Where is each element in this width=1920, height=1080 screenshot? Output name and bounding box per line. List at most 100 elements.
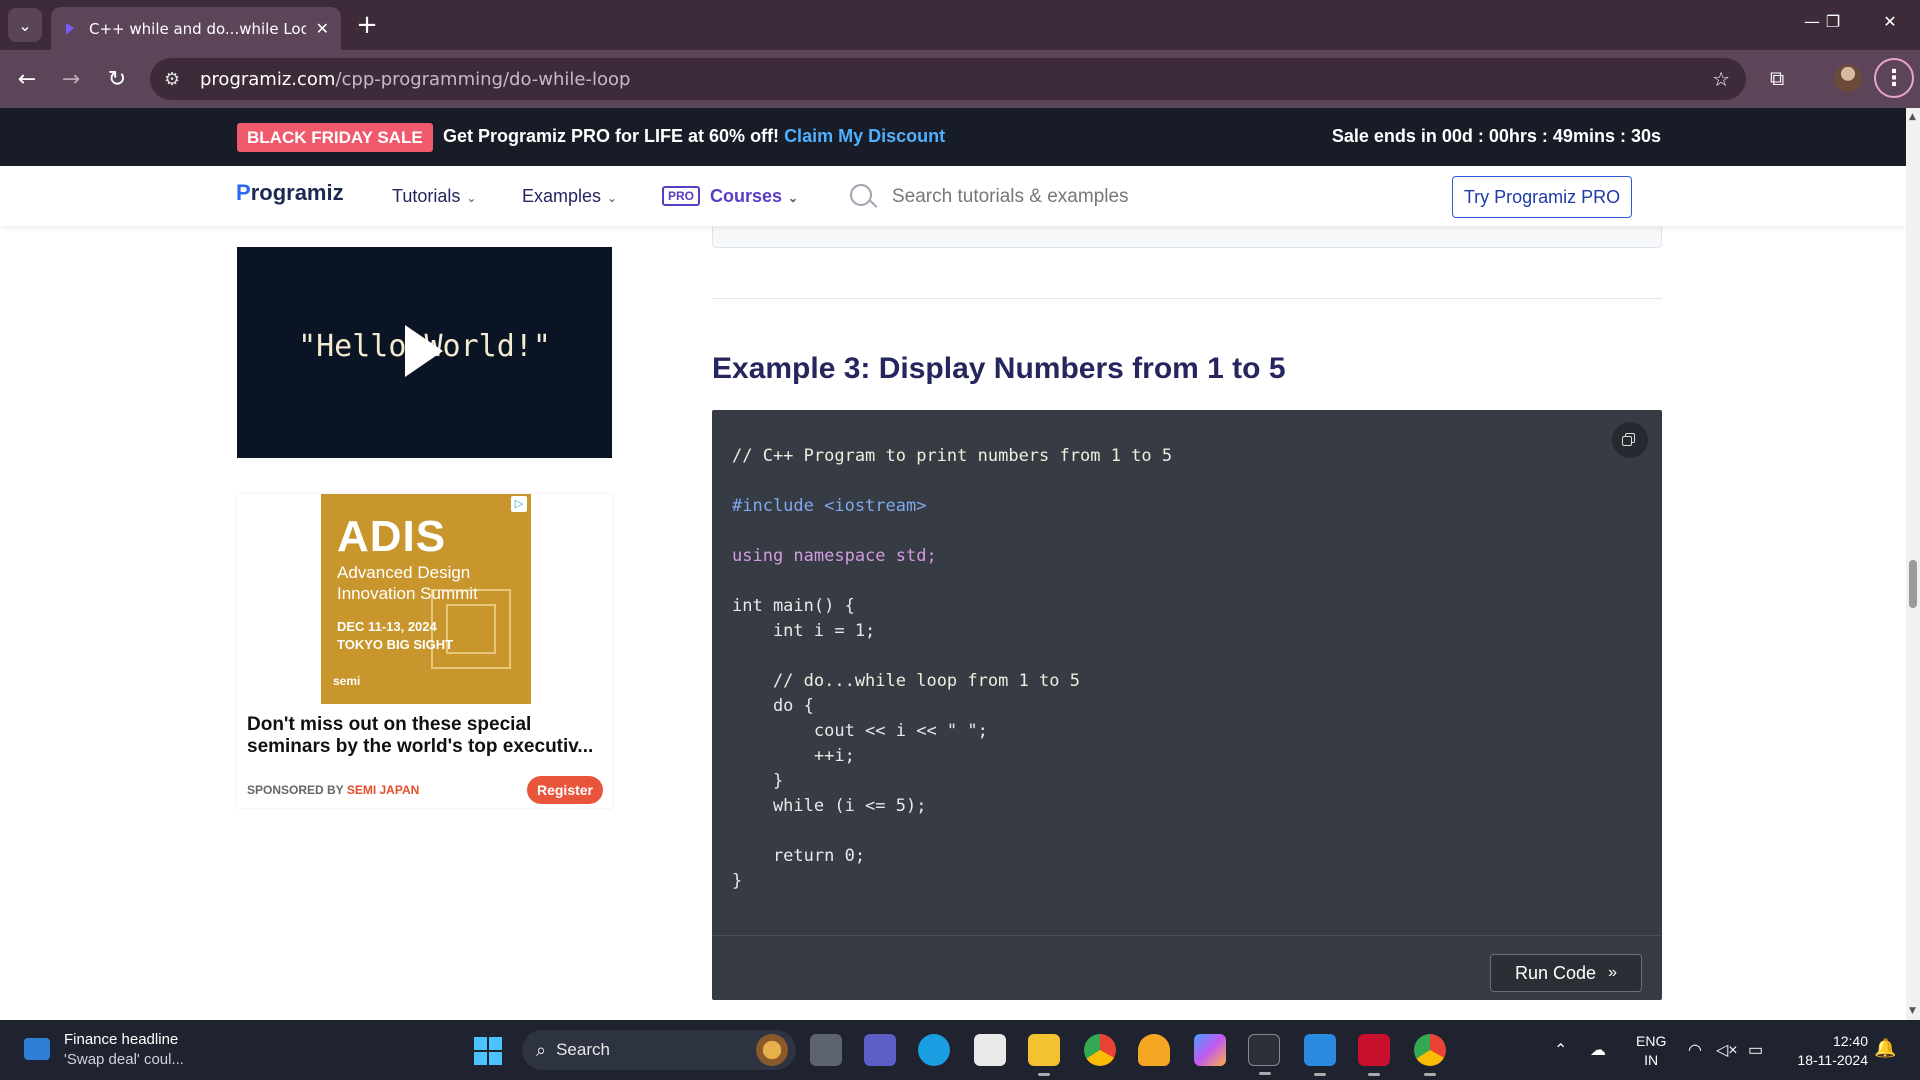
medal-app-icon[interactable] xyxy=(1138,1034,1170,1066)
file-explorer-icon[interactable] xyxy=(1028,1034,1060,1076)
code-line: ++i; xyxy=(732,746,855,766)
reload-icon[interactable]: ↻ xyxy=(102,64,132,94)
speaker-muted-icon[interactable]: ◁× xyxy=(1716,1040,1738,1060)
code-line: // C++ Program to print numbers from 1 t… xyxy=(732,446,1173,466)
edge-icon[interactable] xyxy=(918,1034,950,1066)
programiz-logo[interactable]: Programiz xyxy=(236,180,344,206)
claim-discount-link[interactable]: Claim My Discount xyxy=(784,126,945,146)
code-line: while (i <= 5); xyxy=(732,796,927,816)
search-highlight-image xyxy=(756,1034,788,1066)
code-line: cout << i << " "; xyxy=(732,721,988,741)
chrome-icon[interactable] xyxy=(1084,1034,1116,1066)
copy-icon-front xyxy=(1622,436,1632,446)
ad-image[interactable]: ADIS Advanced Design Innovation Summit D… xyxy=(321,494,531,704)
ad-sponsor-name[interactable]: SEMI JAPAN xyxy=(347,783,419,797)
chrome-profile-icon[interactable] xyxy=(1414,1034,1446,1076)
sponsored-ad[interactable]: ADIS Advanced Design Innovation Summit D… xyxy=(237,494,612,808)
new-tab-button[interactable]: + xyxy=(352,10,382,40)
dev-cpp-icon[interactable] xyxy=(1358,1034,1390,1076)
address-bar[interactable]: ⚙ programiz.com/cpp-programming/do-while… xyxy=(150,58,1746,100)
windows-taskbar: Finance headline 'Swap deal' coul... ⌕ S… xyxy=(0,1020,1920,1080)
task-view-icon[interactable] xyxy=(810,1034,842,1066)
double-chevron-right-icon: » xyxy=(1608,964,1617,981)
search-icon xyxy=(848,182,878,212)
tab-search-button[interactable]: ⌄ xyxy=(8,8,42,42)
ad-date-text: DEC 11-13, 2024 xyxy=(337,619,437,634)
widget-subtitle: 'Swap deal' coul... xyxy=(64,1051,184,1068)
widget-title: Finance headline xyxy=(64,1031,179,1048)
web-page: BLACK FRIDAY SALE Get Programiz PRO for … xyxy=(0,108,1906,1020)
back-arrow-icon[interactable]: ← xyxy=(12,64,42,94)
run-code-button[interactable]: Run Code » xyxy=(1490,954,1642,992)
clock-time: 12:40 xyxy=(1832,1033,1868,1049)
site-search[interactable] xyxy=(848,180,1268,214)
play-icon[interactable] xyxy=(405,325,443,377)
widgets-icon[interactable] xyxy=(24,1038,50,1060)
ad-register-button[interactable]: Register xyxy=(527,776,603,804)
code-block: // C++ Program to print numbers from 1 t… xyxy=(712,410,1662,1000)
chevron-down-icon: ⌄ xyxy=(18,15,32,35)
nav-tutorials[interactable]: Tutorials ⌄ xyxy=(392,186,476,207)
adchoices-icon[interactable]: ▷ xyxy=(511,496,527,512)
copy-code-button[interactable] xyxy=(1612,422,1648,458)
promo-banner: BLACK FRIDAY SALE Get Programiz PRO for … xyxy=(0,108,1906,166)
restore-button[interactable]: ❐ xyxy=(1813,12,1853,31)
show-hidden-icons-chevron-icon[interactable]: ⌃ xyxy=(1554,1040,1567,1060)
language-indicator[interactable]: ENG IN xyxy=(1636,1032,1666,1070)
system-clock[interactable]: 12:40 18-11-2024 xyxy=(1788,1032,1868,1070)
scrollbar-thumb[interactable] xyxy=(1909,560,1917,608)
ad-brand: ADIS xyxy=(337,512,447,561)
url-domain: programiz.com xyxy=(200,68,336,90)
tab-strip: ⌄ C++ while and do...while Loop ( ✕ + — … xyxy=(0,0,1920,50)
chevron-down-icon: ⌄ xyxy=(466,191,477,205)
onedrive-cloud-icon[interactable]: ☁ xyxy=(1590,1040,1606,1060)
sale-badge: BLACK FRIDAY SALE xyxy=(237,123,433,152)
windows-start-icon[interactable] xyxy=(474,1037,502,1065)
tab-close-icon[interactable]: ✕ xyxy=(316,19,329,38)
notification-bell-icon[interactable]: 🔔 xyxy=(1874,1038,1896,1059)
microsoft-store-icon[interactable] xyxy=(974,1034,1006,1066)
pen-app-icon[interactable] xyxy=(1304,1034,1336,1076)
video-player[interactable]: "Hello World!" xyxy=(237,247,612,458)
window-close-button[interactable]: ✕ xyxy=(1870,12,1910,31)
page-scrollbar[interactable]: ▲ ▼ xyxy=(1906,108,1920,1020)
copilot-icon[interactable] xyxy=(1194,1034,1226,1066)
battery-icon[interactable]: ▭ xyxy=(1748,1040,1763,1060)
promo-message-text: Get Programiz PRO for LIFE at 60% off! xyxy=(443,126,780,146)
nav-examples-label: Examples xyxy=(522,186,602,206)
code-line: } xyxy=(732,771,784,791)
scroll-down-arrow-icon[interactable]: ▼ xyxy=(1909,1006,1916,1016)
search-input[interactable] xyxy=(892,186,1252,208)
teams-icon[interactable] xyxy=(864,1034,896,1066)
ad-sponsor-line: SPONSORED BY SEMI JAPAN xyxy=(247,783,419,797)
nav-courses-label: Courses xyxy=(710,186,783,206)
extensions-puzzle-icon[interactable]: ⧉ xyxy=(1770,66,1784,90)
code-line: int main() { xyxy=(732,596,855,616)
profile-avatar[interactable] xyxy=(1834,64,1862,92)
url-path: /cpp-programming/do-while-loop xyxy=(335,68,631,90)
widgets-news[interactable]: Finance headline 'Swap deal' coul... xyxy=(64,1030,184,1070)
ad-sponsored-by: SPONSORED BY xyxy=(247,783,344,797)
nav-examples[interactable]: Examples ⌄ xyxy=(522,186,617,207)
browser-toolbar: ← → ↻ ⚙ programiz.com/cpp-programming/do… xyxy=(0,50,1920,108)
wifi-icon[interactable]: ◠ xyxy=(1688,1040,1702,1060)
ad-headline[interactable]: Don't miss out on these special seminars… xyxy=(247,714,607,758)
terminal-icon[interactable] xyxy=(1248,1034,1280,1075)
clock-date: 18-11-2024 xyxy=(1797,1052,1868,1068)
forward-arrow-icon[interactable]: → xyxy=(56,64,86,94)
circuit-chip-inner-graphic xyxy=(446,604,496,654)
taskbar-search-label: Search xyxy=(556,1040,610,1059)
try-pro-button[interactable]: Try Programiz PRO xyxy=(1452,176,1632,218)
site-info-icon[interactable]: ⚙ xyxy=(164,69,186,90)
sale-countdown: Sale ends in 00d : 00hrs : 49mins : 30s xyxy=(1331,126,1661,146)
ad-subtitle: Advanced Design Innovation Summit xyxy=(337,563,478,603)
browser-menu-kebab-icon[interactable]: ⋮ xyxy=(1874,58,1914,98)
ad-date: DEC 11-13, 2024 TOKYO BIG SIGHT xyxy=(337,618,453,654)
taskbar-search[interactable]: ⌕ Search xyxy=(522,1030,796,1070)
logo-text: rogramiz xyxy=(250,180,344,205)
browser-tab-active[interactable]: C++ while and do...while Loop ( ✕ xyxy=(51,7,341,50)
bookmark-star-icon[interactable]: ☆ xyxy=(1712,67,1730,91)
nav-courses[interactable]: PRO Courses ⌄ xyxy=(662,186,798,207)
code-line: // do...while loop from 1 to 5 xyxy=(732,671,1080,691)
scroll-up-arrow-icon[interactable]: ▲ xyxy=(1909,112,1916,122)
